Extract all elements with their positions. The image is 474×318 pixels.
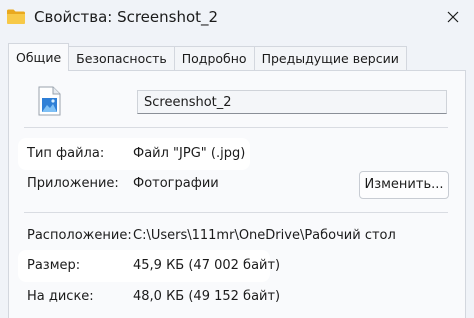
close-icon	[447, 8, 459, 27]
divider	[24, 127, 448, 128]
application-value: Фотографии	[133, 176, 219, 191]
file-name-field[interactable]	[137, 90, 447, 114]
application-label: Приложение:	[27, 176, 119, 191]
size-on-disk-label: На диске:	[27, 289, 94, 304]
title-bar[interactable]: Свойства: Screenshot_2	[0, 0, 474, 36]
size-label: Размер:	[27, 258, 81, 273]
location-label: Расположение:	[27, 228, 132, 243]
tab-previous-versions[interactable]: Предыдущие версии	[253, 46, 407, 71]
tab-security[interactable]: Безопасность	[68, 46, 175, 71]
file-type-value: Файл "JPG" (.jpg)	[133, 146, 246, 161]
properties-window: Свойства: Screenshot_2 Общие Безопасност…	[0, 0, 474, 318]
size-value: 45,9 КБ (47 002 байт)	[133, 258, 281, 273]
close-button[interactable]	[436, 4, 470, 30]
divider	[24, 212, 448, 213]
location-value: C:\Users\111mr\OneDrive\Рабочий стол	[133, 228, 396, 243]
change-app-button[interactable]: Изменить...	[359, 171, 449, 199]
tab-details[interactable]: Подробно	[173, 46, 255, 71]
window-title: Свойства: Screenshot_2	[34, 8, 219, 26]
image-file-icon	[36, 86, 62, 120]
file-type-label: Тип файла:	[27, 146, 105, 161]
size-on-disk-value: 48,0 КБ (49 152 байт)	[133, 289, 281, 304]
tab-bar: Общие Безопасность Подробно Предыдущие в…	[8, 43, 407, 71]
tab-general[interactable]: Общие	[8, 43, 70, 71]
folder-icon	[6, 8, 26, 25]
